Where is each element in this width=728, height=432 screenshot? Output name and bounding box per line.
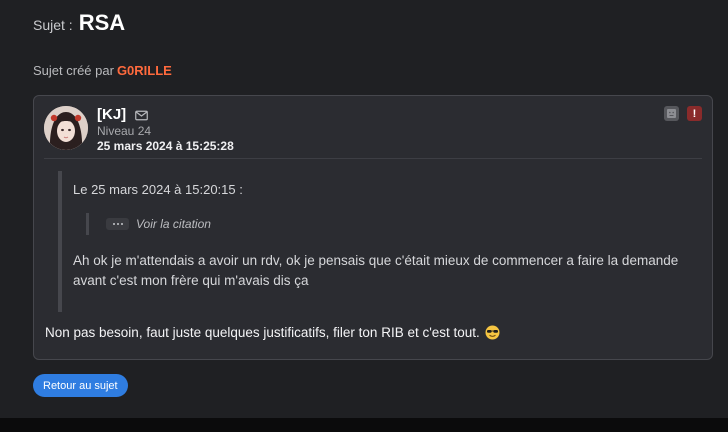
subject-title: RSA — [78, 10, 126, 35]
footer-bar — [0, 418, 728, 432]
quote-text: Ah ok je m'attendais a avoir un rdv, ok … — [73, 253, 679, 288]
user-profile-icon[interactable] — [664, 106, 679, 121]
author-level: Niveau 24 — [97, 124, 152, 138]
sunglasses-emoji-icon — [485, 325, 500, 340]
created-by-label: Sujet créé par — [33, 63, 114, 78]
quote-block: Le 25 mars 2024 à 15:20:15 : Voir la cit… — [58, 171, 702, 312]
post-body: Non pas besoin, faut juste quelques just… — [45, 325, 500, 340]
author-info: [KJ] Niveau 24 25 mars 2024 à 15:25:28 — [97, 106, 234, 153]
post-divider — [44, 158, 702, 159]
post-body-text: Non pas besoin, faut juste quelques just… — [45, 325, 480, 340]
post-actions: ! — [664, 106, 702, 121]
back-to-topic-button[interactable]: Retour au sujet — [33, 374, 128, 397]
expand-quote-button[interactable] — [106, 218, 129, 230]
post-date[interactable]: 25 mars 2024 à 15:25:28 — [97, 139, 234, 153]
envelope-icon[interactable] — [135, 110, 149, 121]
view-quote-link[interactable]: Voir la citation — [136, 217, 211, 231]
nested-quote: Voir la citation — [86, 213, 211, 235]
subject-prefix: Sujet : — [33, 17, 73, 33]
post-author-name[interactable]: [KJ] — [97, 106, 126, 123]
avatar[interactable] — [44, 106, 88, 150]
subject-header: Sujet : RSA — [33, 10, 125, 36]
topic-author-link[interactable]: G0RILLE — [117, 63, 172, 78]
created-by-line: Sujet créé par G0RILLE — [33, 63, 172, 78]
report-alert-icon[interactable]: ! — [687, 106, 702, 121]
forum-post: [KJ] Niveau 24 25 mars 2024 à 15:25:28 !… — [33, 95, 713, 360]
quote-header: Le 25 mars 2024 à 15:20:15 : — [73, 182, 243, 197]
